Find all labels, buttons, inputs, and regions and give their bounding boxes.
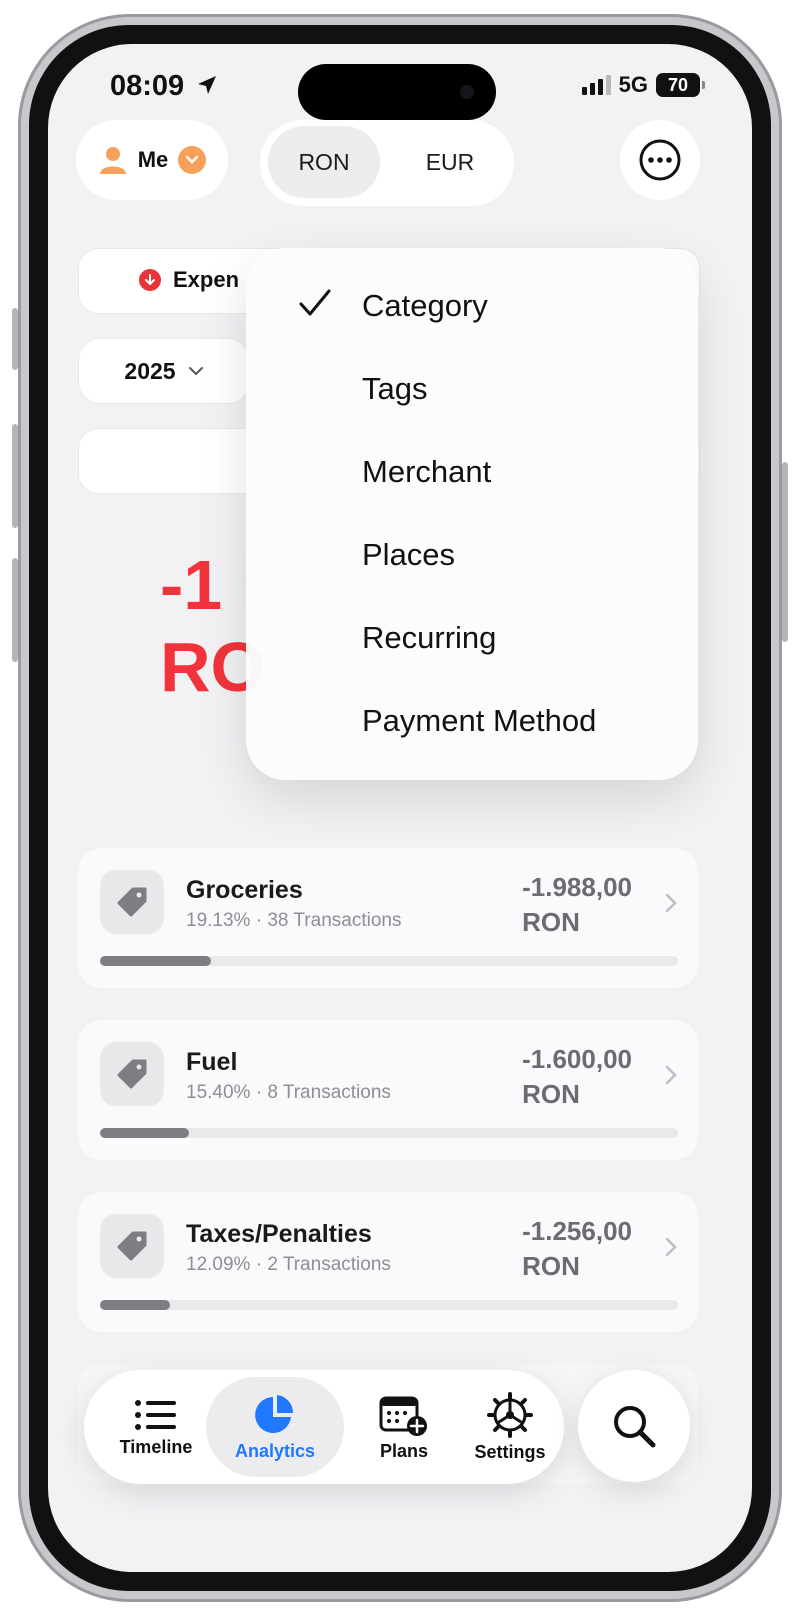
tab-settings[interactable]: Settings (460, 1370, 560, 1484)
year-label: 2025 (124, 357, 176, 384)
tab-label: Timeline (119, 1436, 193, 1457)
chevron-right-icon (665, 893, 677, 913)
gear-icon (487, 1391, 533, 1438)
category-amount: -1.256,00 RON (522, 1214, 632, 1284)
location-arrow-icon (198, 76, 216, 94)
chevron-right-icon (665, 1237, 677, 1257)
category-name: Groceries (186, 876, 303, 904)
tab-timeline[interactable]: Timeline (96, 1370, 216, 1484)
power-button (782, 462, 788, 642)
tag-icon (100, 1214, 164, 1278)
network-type: 5G (618, 72, 648, 97)
category-amount-currency: RON (522, 1079, 580, 1109)
tab-label: Analytics (234, 1440, 316, 1461)
category-progress-track (100, 1128, 678, 1138)
menu-item-places[interactable]: Places (362, 537, 455, 573)
category-amount: -1.988,00 RON (522, 870, 632, 940)
status-time: 08:09 (110, 70, 185, 102)
category-detail: 15.40% · 8 Transactions (186, 1082, 391, 1103)
category-amount-currency: RON (522, 1251, 580, 1281)
checkmark-icon (299, 289, 331, 316)
tag-icon (100, 1042, 164, 1106)
tab-label: Plans (379, 1440, 429, 1461)
ellipsis-circle-icon (639, 139, 681, 181)
category-progress-fill (100, 956, 211, 966)
currency-option-ron[interactable]: RON (268, 126, 380, 198)
tab-label: Settings (474, 1441, 546, 1462)
search-button[interactable] (578, 1370, 690, 1482)
category-amount: -1.600,00 RON (522, 1042, 632, 1112)
category-progress-track (100, 1300, 678, 1310)
battery-icon: 70 (656, 73, 705, 97)
category-name: Fuel (186, 1048, 238, 1076)
camera-icon (460, 85, 474, 99)
category-amount-value: -1.988,00 (522, 872, 632, 902)
magnifier-icon (614, 1406, 656, 1448)
tag-icon (100, 870, 164, 934)
currency-option-eur[interactable]: EUR (394, 126, 506, 198)
dynamic-island (298, 64, 496, 120)
category-amount-value: -1.256,00 (522, 1216, 632, 1246)
menu-item-category[interactable]: Category (362, 288, 488, 324)
year-selector[interactable]: 2025 (78, 338, 250, 404)
arrow-down-circle-icon (139, 269, 161, 291)
volume-down-button (12, 558, 18, 662)
category-progress-track (100, 956, 678, 966)
chevron-right-icon (665, 1065, 677, 1085)
tab-plans[interactable]: Plans (354, 1370, 454, 1484)
category-progress-fill (100, 1300, 170, 1310)
category-row-fuel[interactable]: Fuel 15.40% · 8 Transactions -1.600,00 R… (78, 1020, 698, 1160)
action-button (12, 308, 18, 370)
category-amount-currency: RON (522, 907, 580, 937)
pie-chart-icon (255, 1394, 294, 1433)
menu-item-recurring[interactable]: Recurring (362, 620, 496, 656)
transaction-type-label: Expen (173, 267, 240, 292)
category-row-taxes-penalties[interactable]: Taxes/Penalties 12.09% · 2 Transactions … (78, 1192, 698, 1332)
menu-item-tags[interactable]: Tags (362, 371, 427, 407)
tab-bar: Timeline Analytics Plans Settings (84, 1370, 564, 1484)
calendar-plus-icon (379, 1396, 427, 1436)
cellular-signal-icon (581, 75, 611, 95)
category-row-groceries[interactable]: Groceries 19.13% · 38 Transactions -1.98… (78, 848, 698, 988)
category-progress-fill (100, 1128, 189, 1138)
more-button[interactable] (620, 120, 700, 200)
menu-item-merchant[interactable]: Merchant (362, 454, 491, 490)
menu-item-payment-method[interactable]: Payment Method (362, 703, 596, 739)
tab-analytics[interactable]: Analytics (206, 1377, 344, 1477)
group-by-menu: Category Tags Merchant Places Recurring … (246, 248, 698, 780)
category-amount-value: -1.600,00 (522, 1044, 632, 1074)
volume-up-button (12, 424, 18, 528)
screen: 08:09 5G 70 Me RON EUR Expen 2025 -1 RO … (48, 44, 752, 1572)
user-selector[interactable]: Me (76, 120, 228, 200)
chevron-down-icon (188, 367, 203, 376)
chevron-down-icon (178, 146, 207, 174)
category-detail: 19.13% · 38 Transactions (186, 910, 402, 931)
user-label: Me (137, 147, 169, 172)
currency-segmented-control: RON EUR (260, 120, 514, 206)
status-right: 5G 70 (581, 72, 705, 98)
category-detail: 12.09% · 2 Transactions (186, 1254, 391, 1275)
list-icon (135, 1399, 176, 1430)
person-icon (99, 147, 126, 174)
category-name: Taxes/Penalties (186, 1220, 372, 1248)
